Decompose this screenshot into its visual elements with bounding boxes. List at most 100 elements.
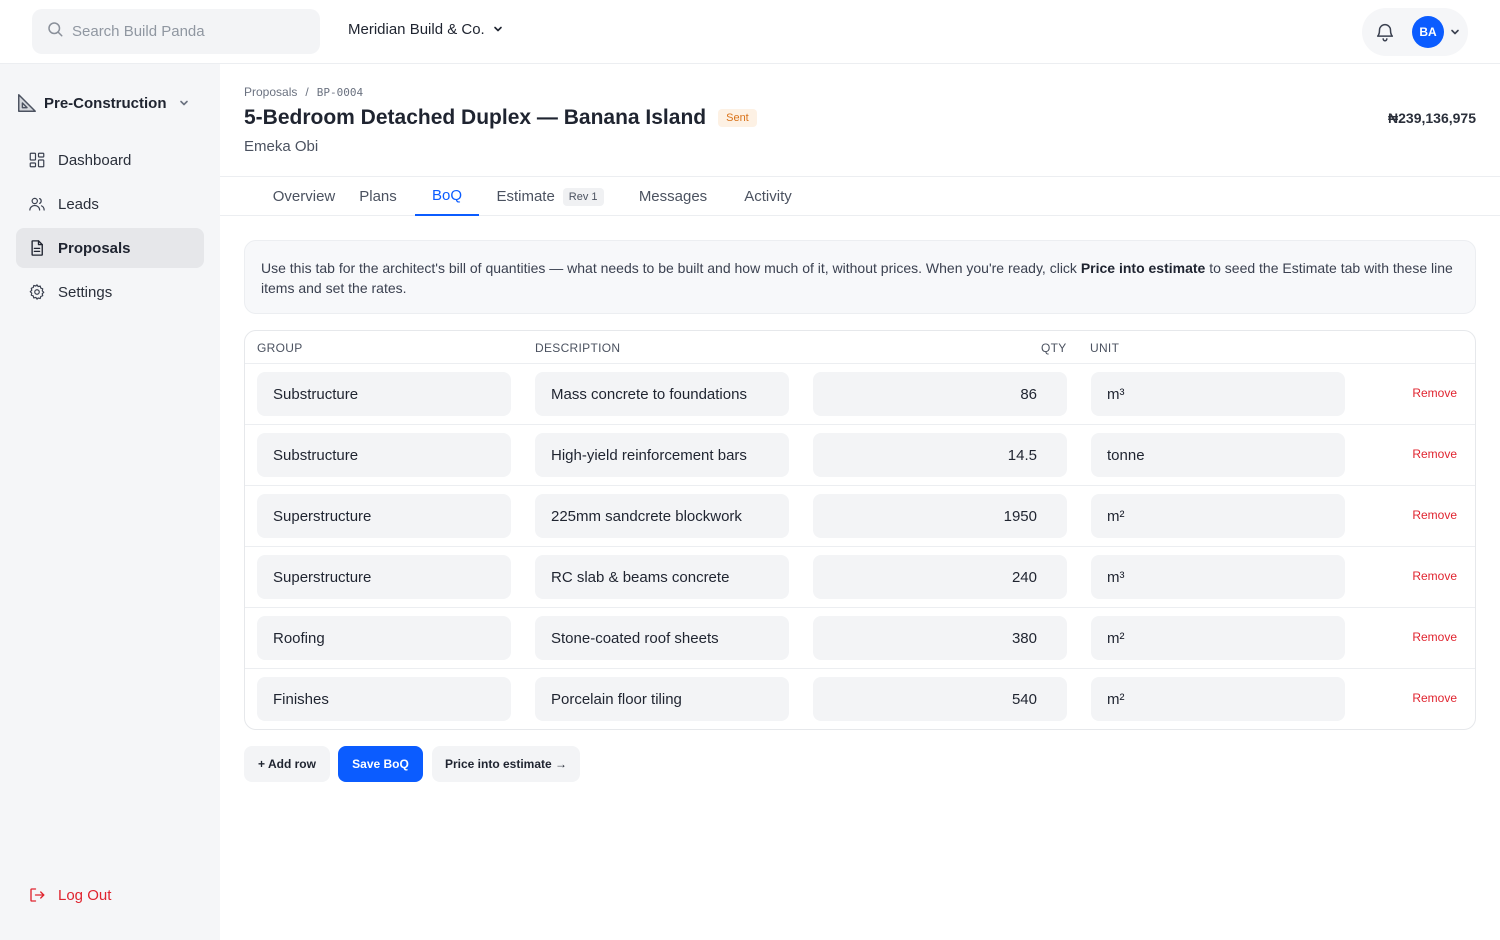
- group-field[interactable]: Roofing: [257, 616, 511, 660]
- table-row: Substructure High-yield reinforcement ba…: [245, 425, 1475, 486]
- gear-icon: [28, 283, 46, 301]
- sidebar-item-proposals[interactable]: Proposals: [16, 228, 204, 268]
- remove-row-button[interactable]: Remove: [1412, 691, 1457, 705]
- unit-field[interactable]: m²: [1091, 616, 1345, 660]
- sidebar-item-dashboard[interactable]: Dashboard: [16, 140, 204, 180]
- workspace-name: Pre-Construction: [44, 94, 167, 112]
- description-field[interactable]: 225mm sandcrete blockwork: [535, 494, 789, 538]
- table-row: Substructure Mass concrete to foundation…: [245, 364, 1475, 425]
- users-icon: [28, 195, 46, 213]
- qty-field[interactable]: 1950: [813, 494, 1067, 538]
- table-header: GROUP DESCRIPTION QTY UNIT: [245, 331, 1475, 364]
- qty-field[interactable]: 14.5: [813, 433, 1067, 477]
- column-header-description: DESCRIPTION: [535, 341, 621, 355]
- column-header-group: GROUP: [257, 341, 303, 355]
- tab-messages[interactable]: Messages: [628, 177, 718, 216]
- status-badge: Sent: [718, 109, 757, 127]
- workspace-switcher[interactable]: Pre-Construction: [16, 92, 189, 114]
- tab-label: Messages: [638, 188, 708, 205]
- tab-plans[interactable]: Plans: [344, 177, 412, 216]
- chevron-down-icon: [179, 98, 189, 108]
- boq-table: GROUP DESCRIPTION QTY UNIT Substructure …: [244, 330, 1476, 730]
- set-square-icon: [16, 92, 38, 114]
- remove-row-button[interactable]: Remove: [1412, 508, 1457, 522]
- breadcrumb: Proposals / BP-0004: [244, 85, 363, 99]
- boq-info-note: Use this tab for the architect's bill of…: [244, 240, 1476, 314]
- proposal-total: ₦239,136,975: [1388, 110, 1476, 126]
- remove-row-button[interactable]: Remove: [1412, 447, 1457, 461]
- tab-estimate[interactable]: Estimate Rev 1: [488, 177, 612, 216]
- sidebar-item-settings[interactable]: Settings: [16, 272, 204, 312]
- column-header-unit: UNIT: [1090, 341, 1120, 355]
- logout-button[interactable]: Log Out: [28, 886, 111, 904]
- tab-bar: Overview Plans BoQ Estimate Rev 1 Messag…: [220, 176, 1500, 216]
- org-switcher[interactable]: Meridian Build & Co.: [348, 21, 503, 38]
- add-row-button[interactable]: + Add row: [244, 746, 330, 782]
- group-field[interactable]: Finishes: [257, 677, 511, 721]
- info-highlight: Price into estimate: [1080, 260, 1206, 276]
- revision-badge: Rev 1: [562, 187, 604, 206]
- sidebar-item-leads[interactable]: Leads: [16, 184, 204, 224]
- tab-label: Activity: [744, 188, 792, 205]
- tab-boq[interactable]: BoQ: [415, 177, 479, 216]
- description-field[interactable]: RC slab & beams concrete: [535, 555, 789, 599]
- remove-row-button[interactable]: Remove: [1412, 630, 1457, 644]
- org-name: Meridian Build & Co.: [348, 21, 485, 38]
- description-field[interactable]: Porcelain floor tiling: [535, 677, 789, 721]
- breadcrumb-current: BP-0004: [316, 85, 364, 99]
- search-box[interactable]: [32, 9, 320, 54]
- table-row: Finishes Porcelain floor tiling 540 m² R…: [245, 669, 1475, 729]
- table-row: Roofing Stone-coated roof sheets 380 m² …: [245, 608, 1475, 669]
- breadcrumb-parent-link[interactable]: Proposals: [244, 85, 297, 99]
- tab-label: Overview: [272, 188, 336, 205]
- breadcrumb-separator: /: [305, 85, 309, 99]
- description-field[interactable]: High-yield reinforcement bars: [535, 433, 789, 477]
- search-icon: [46, 20, 64, 43]
- top-bar: Meridian Build & Co. BA: [0, 0, 1500, 64]
- unit-field[interactable]: m²: [1091, 494, 1345, 538]
- column-header-qty: QTY: [1041, 341, 1067, 355]
- group-field[interactable]: Substructure: [257, 433, 511, 477]
- unit-field[interactable]: tonne: [1091, 433, 1345, 477]
- page-title: 5-Bedroom Detached Duplex — Banana Islan…: [244, 106, 707, 129]
- description-field[interactable]: Mass concrete to foundations: [535, 372, 789, 416]
- price-into-estimate-button[interactable]: Price into estimate →: [432, 746, 580, 782]
- sidebar-nav: Dashboard Leads Proposals Settings: [16, 140, 204, 316]
- chevron-down-icon[interactable]: [1450, 27, 1460, 37]
- logout-icon: [28, 886, 46, 904]
- document-icon: [28, 239, 46, 257]
- qty-field[interactable]: 86: [813, 372, 1067, 416]
- unit-field[interactable]: m²: [1091, 677, 1345, 721]
- sidebar: Pre-Construction Dashboard Leads Proposa…: [0, 64, 220, 940]
- grid-icon: [28, 151, 46, 169]
- qty-field[interactable]: 540: [813, 677, 1067, 721]
- group-field[interactable]: Superstructure: [257, 555, 511, 599]
- group-field[interactable]: Substructure: [257, 372, 511, 416]
- sidebar-item-label: Settings: [58, 283, 113, 301]
- tab-label: BoQ: [431, 187, 462, 204]
- qty-field[interactable]: 240: [813, 555, 1067, 599]
- title-row: 5-Bedroom Detached Duplex — Banana Islan…: [244, 106, 757, 130]
- client-name: Emeka Obi: [244, 138, 319, 155]
- unit-field[interactable]: m³: [1091, 372, 1345, 416]
- description-field[interactable]: Stone-coated roof sheets: [535, 616, 789, 660]
- tab-activity[interactable]: Activity: [732, 177, 804, 216]
- bell-icon[interactable]: [1374, 21, 1396, 43]
- sidebar-item-label: Leads: [58, 195, 99, 213]
- group-field[interactable]: Superstructure: [257, 494, 511, 538]
- remove-row-button[interactable]: Remove: [1412, 569, 1457, 583]
- sidebar-item-label: Proposals: [58, 239, 131, 257]
- info-text-before: Use this tab for the architect's bill of…: [261, 260, 1081, 276]
- qty-field[interactable]: 380: [813, 616, 1067, 660]
- chevron-down-icon: [493, 21, 503, 38]
- avatar[interactable]: BA: [1412, 16, 1444, 48]
- user-menu[interactable]: BA: [1362, 8, 1468, 56]
- search-input[interactable]: [72, 23, 302, 40]
- save-boq-button[interactable]: Save BoQ: [338, 746, 423, 782]
- remove-row-button[interactable]: Remove: [1412, 386, 1457, 400]
- sidebar-item-label: Dashboard: [58, 151, 132, 169]
- tab-label: Plans: [359, 188, 397, 205]
- logout-label: Log Out: [58, 886, 112, 904]
- tab-label: Estimate: [496, 188, 555, 205]
- unit-field[interactable]: m³: [1091, 555, 1345, 599]
